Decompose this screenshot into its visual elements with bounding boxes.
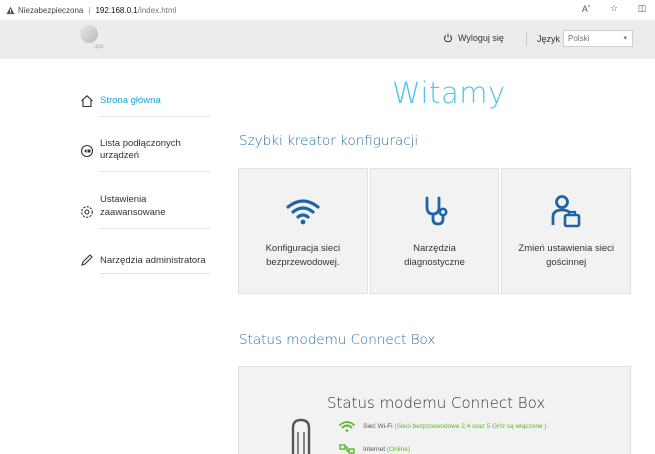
security-status[interactable]: Niezabezpieczona	[18, 6, 83, 15]
sidebar-divider	[100, 116, 210, 117]
status-section-title: Status modemu Connect Box	[239, 332, 436, 348]
diagnostics-card[interactable]: Narzędzia diagnostyczne	[369, 168, 500, 294]
wifi-status-value: (Sieci bezprzewodowe 2,4 oraz 5 GHz są w…	[394, 422, 547, 430]
guest-icon	[551, 195, 581, 228]
header-divider	[526, 32, 527, 46]
card-label-line: Konfiguracja sieci	[265, 243, 341, 254]
read-aloud-icon[interactable]: Aᴬ	[579, 4, 593, 14]
card-label: Konfiguracja sieci bezprzewodowej.	[243, 242, 363, 270]
sidebar-item-label: Ustawienia	[100, 194, 147, 205]
address-separator: |	[88, 5, 91, 15]
wifi-icon	[286, 199, 320, 225]
devices-icon	[80, 144, 94, 158]
modem-icon	[291, 418, 311, 454]
sidebar-divider	[100, 228, 210, 229]
card-label-line: diagnostyczne	[404, 257, 465, 268]
status-box-title: Status modemu Connect Box	[327, 394, 546, 412]
internet-status-label: Internet	[363, 445, 386, 453]
card-label: Narzędzia diagnostyczne	[375, 242, 495, 270]
card-label-line: bezprzewodowej.	[266, 257, 340, 268]
quick-wizard-cards: Konfiguracja sieci bezprzewodowej. Narzęd…	[238, 168, 632, 294]
wifi-status-label: Sieć Wi-Fi	[363, 422, 393, 430]
sidebar-item-label: Lista podłączonych	[100, 138, 181, 149]
upc-logo[interactable]: upc	[80, 25, 108, 53]
wifi-status-icon	[339, 421, 355, 432]
quick-wizard-title: Szybki kreator konfiguracji	[239, 133, 419, 149]
top-header: upc Wyloguj się Język Polski ▾	[0, 20, 655, 59]
stethoscope-icon	[425, 196, 447, 226]
wireless-config-card[interactable]: Konfiguracja sieci bezprzewodowej.	[238, 168, 368, 294]
sidebar-divider	[100, 171, 210, 172]
guest-network-card[interactable]: Zmień ustawienia sieci gościnnej	[501, 168, 632, 294]
language-label: Język	[537, 34, 561, 44]
internet-status-value: (Online)	[386, 445, 410, 453]
card-label-line: Zmień ustawienia sieci	[518, 243, 614, 254]
card-label-line: gościnnej	[546, 257, 587, 268]
internet-status-icon	[339, 444, 355, 454]
logo-mark	[80, 25, 98, 43]
sidebar-item-label: Strona główna	[100, 95, 161, 106]
gear-icon	[81, 206, 93, 218]
split-screen-icon[interactable]: ◫	[635, 3, 649, 14]
browser-address-bar: Niezabezpieczona | 192.168.0.1/index.htm…	[0, 0, 655, 20]
wifi-status-row: Sieć Wi-Fi (Sieci bezprzewodowe 2,4 oraz…	[339, 420, 547, 432]
sidebar-item-label: Narzędzia administratora	[100, 255, 206, 266]
chevron-down-icon: ▾	[623, 35, 627, 42]
browser-actions: Aᴬ ☆ ◫	[579, 3, 649, 14]
language-select[interactable]: Polski ▾	[563, 30, 633, 47]
page-title: Witamy	[392, 76, 506, 110]
power-icon	[444, 33, 452, 43]
sidebar-item-label: zaawansowane	[100, 207, 166, 218]
star-icon[interactable]: ☆	[607, 3, 621, 14]
modem-status-box: Status modemu Connect Box Sieć Wi-Fi (Si…	[238, 366, 631, 454]
card-label: Zmień ustawienia sieci gościnnej	[506, 242, 626, 270]
warning-icon[interactable]	[6, 6, 15, 15]
internet-status-row: Internet (Online)	[339, 443, 410, 454]
home-icon	[81, 95, 93, 108]
sidebar-item-label: urządzeń	[100, 150, 140, 161]
card-label-line: Narzędzia	[413, 243, 456, 254]
pencil-icon	[81, 254, 93, 266]
language-value: Polski	[568, 34, 590, 43]
sidebar-divider	[100, 273, 210, 274]
logout-button[interactable]: Wyloguj się	[443, 33, 504, 43]
url-host[interactable]: 192.168.0.1	[95, 6, 137, 15]
logo-text: upc	[94, 44, 104, 50]
logout-label: Wyloguj się	[458, 33, 504, 43]
url-path[interactable]: /index.html	[138, 6, 177, 15]
